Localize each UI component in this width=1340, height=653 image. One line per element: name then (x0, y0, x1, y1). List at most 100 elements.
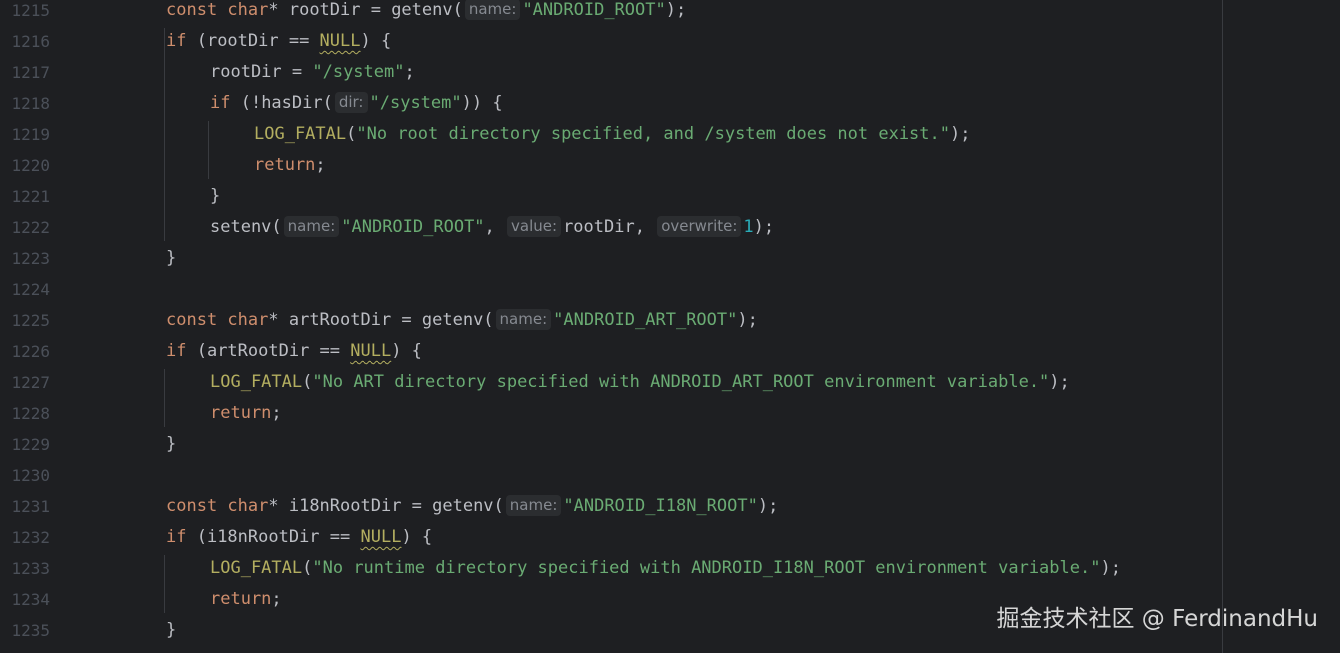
code-token: "No root directory specified, and /syste… (356, 124, 950, 144)
code-text[interactable]: return; (254, 150, 326, 181)
code-token: } (210, 186, 221, 206)
code-text[interactable]: LOG_FATAL("No ART directory specified wi… (210, 367, 1070, 398)
parameter-hint: name: (495, 309, 552, 330)
code-text[interactable]: } (166, 243, 176, 274)
code-token: ); (737, 310, 758, 330)
code-token: return (210, 589, 272, 609)
parameter-hint: dir: (334, 92, 368, 113)
code-line[interactable]: 1222 setenv(name: "ANDROID_ROOT", value: ro… (0, 212, 1340, 243)
line-number: 1217 (11, 63, 50, 82)
code-text[interactable]: setenv(name: "ANDROID_ROOT", value: rootDi… (210, 212, 774, 243)
line-number: 1234 (11, 590, 50, 609)
code-token: char (227, 0, 269, 20)
line-number: 1228 (11, 404, 50, 423)
code-line[interactable]: 1217 rootDir = "/system"; (0, 57, 1340, 88)
code-token: (artRootDir == (196, 341, 351, 361)
code-token: ; (271, 403, 282, 423)
code-line[interactable]: 1218 if (!hasDir(dir: "/system")) { (0, 88, 1340, 119)
line-number: 1233 (11, 559, 50, 578)
code-token: "ANDROID_ART_ROOT" (553, 310, 738, 330)
code-text[interactable]: } (166, 429, 176, 460)
code-token: ); (1049, 372, 1070, 392)
code-token: } (166, 434, 177, 454)
code-text[interactable]: return; (210, 584, 282, 615)
code-token: "/system" (369, 93, 462, 113)
code-line[interactable]: 1232 if (i18nRootDir == NULL) { (0, 522, 1340, 553)
code-text[interactable]: } (210, 181, 220, 212)
code-token: ; (315, 155, 326, 175)
code-text[interactable]: const char* i18nRootDir = getenv(name: "A… (166, 491, 778, 522)
code-token: if (166, 31, 197, 51)
code-text[interactable]: } (166, 615, 176, 646)
line-number: 1231 (11, 497, 50, 516)
code-text[interactable]: LOG_FATAL("No root directory specified, … (254, 119, 970, 150)
line-number: 1223 (11, 249, 50, 268)
code-text[interactable]: if (!hasDir(dir: "/system")) { (210, 88, 503, 119)
code-token: return (254, 155, 316, 175)
code-token: ( (302, 558, 313, 578)
code-text[interactable]: return; (210, 398, 282, 429)
line-number: 1227 (11, 373, 50, 392)
line-number: 1229 (11, 435, 50, 454)
indent-guide (208, 121, 209, 179)
code-token: if (166, 341, 197, 361)
code-line[interactable]: 1215 const char* rootDir = getenv(name: "A… (0, 0, 1340, 26)
code-text[interactable]: if (artRootDir == NULL) { (166, 336, 422, 367)
code-line[interactable]: 1219 LOG_FATAL("No root directory specifi… (0, 119, 1340, 150)
code-token: * i18nRootDir = getenv( (268, 496, 504, 516)
code-token: "ANDROID_ROOT" (522, 0, 666, 20)
code-line[interactable]: 1229} (0, 429, 1340, 460)
code-token: char (227, 496, 269, 516)
code-line[interactable]: 1233 LOG_FATAL("No runtime directory spec… (0, 553, 1340, 584)
parameter-hint: value: (507, 216, 562, 237)
code-line[interactable]: 1230 (0, 460, 1340, 491)
code-text[interactable]: const char* artRootDir = getenv(name: "AN… (166, 305, 758, 336)
code-token: * artRootDir = getenv( (268, 310, 494, 330)
code-token: , (484, 217, 506, 237)
code-token: )) { (461, 93, 503, 113)
code-token: ) { (401, 527, 433, 547)
code-token: ( (346, 124, 357, 144)
code-token: char (227, 310, 269, 330)
code-token: ; (271, 589, 282, 609)
code-line[interactable]: 1220 return; (0, 150, 1340, 181)
code-token: const (166, 496, 228, 516)
code-line[interactable]: 1224 (0, 274, 1340, 305)
line-number: 1226 (11, 342, 50, 361)
code-token: return (210, 403, 272, 423)
code-token: ); (757, 496, 779, 516)
code-text[interactable]: LOG_FATAL("No runtime directory specifie… (210, 553, 1121, 584)
code-token: * rootDir = getenv( (268, 0, 463, 20)
watermark: 掘金技术社区 @ FerdinandHu (996, 606, 1318, 632)
line-number: 1216 (11, 32, 50, 51)
code-token: (rootDir == (196, 31, 320, 51)
code-token: (i18nRootDir == (196, 527, 361, 547)
code-token: ) { (360, 31, 392, 51)
code-text[interactable]: const char* rootDir = getenv(name: "ANDRO… (166, 0, 686, 26)
code-line[interactable]: 1228 return; (0, 398, 1340, 429)
code-token: const (166, 310, 228, 330)
code-line[interactable]: 1221} (0, 181, 1340, 212)
code-text[interactable]: if (i18nRootDir == NULL) { (166, 522, 432, 553)
line-number: 1220 (11, 156, 50, 175)
line-number: 1230 (11, 466, 50, 485)
line-number: 1225 (11, 311, 50, 330)
code-line[interactable]: 1231 const char* i18nRootDir = getenv(nam… (0, 491, 1340, 522)
code-line[interactable]: 1227 LOG_FATAL("No ART directory specifie… (0, 367, 1340, 398)
code-line[interactable]: 1226 if (artRootDir == NULL) { (0, 336, 1340, 367)
code-line[interactable]: 1223} (0, 243, 1340, 274)
code-line[interactable]: 1216 if (rootDir == NULL) { (0, 26, 1340, 57)
code-token: NULL (350, 341, 392, 361)
code-token: LOG_FATAL (210, 558, 303, 578)
code-token: "ANDROID_I18N_ROOT" (563, 496, 758, 516)
code-token: ( (302, 372, 313, 392)
code-text[interactable]: rootDir = "/system"; (210, 57, 415, 88)
code-token: NULL (319, 31, 361, 51)
code-token: ); (1100, 558, 1121, 578)
code-token: setenv( (210, 217, 282, 237)
code-token: ; (404, 62, 415, 82)
code-text[interactable]: if (rootDir == NULL) { (166, 26, 391, 57)
code-line[interactable]: 1225 const char* artRootDir = getenv(name… (0, 305, 1340, 336)
line-number: 1218 (11, 94, 50, 113)
parameter-hint: name: (464, 0, 521, 20)
